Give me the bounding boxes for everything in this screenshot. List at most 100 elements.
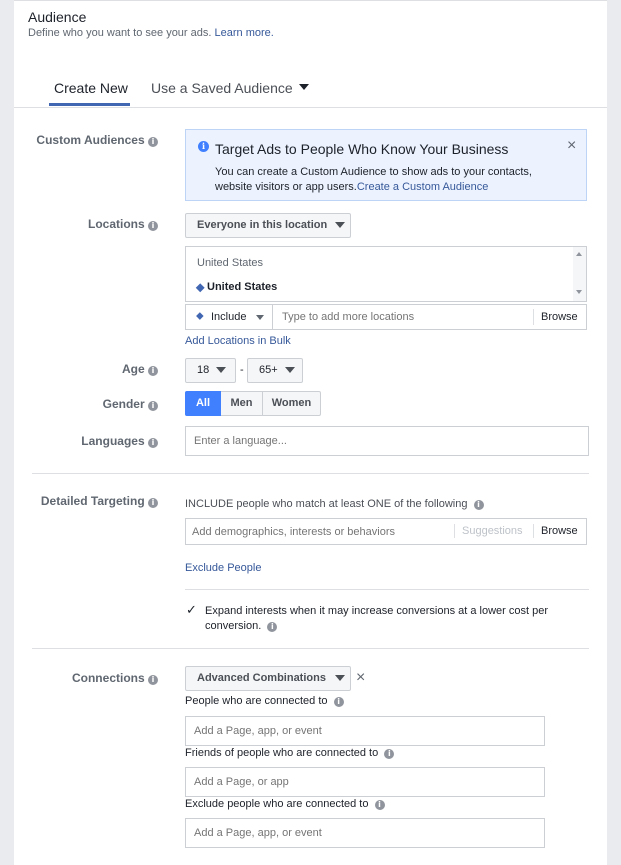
custom-audiences-label-text: Custom Audiences	[36, 133, 145, 147]
add-locations-bulk-link[interactable]: Add Locations in Bulk	[185, 335, 291, 347]
languages-label: Languages i	[8, 434, 158, 448]
tab-saved-label: Use a Saved Audience	[151, 80, 293, 96]
location-pin-icon: ⬥	[196, 310, 204, 322]
info-icon[interactable]: i	[148, 366, 158, 376]
connected-to-label: People who are connected to i	[185, 695, 344, 707]
learn-more-link[interactable]: Learn more.	[215, 27, 274, 39]
close-icon[interactable]: ×	[567, 138, 576, 154]
connected-to-input[interactable]	[185, 716, 545, 746]
friends-connected-input[interactable]	[185, 767, 545, 797]
detailed-targeting-label-text: Detailed Targeting	[40, 494, 145, 508]
location-search-input[interactable]	[276, 307, 538, 327]
age-min-value: 18	[197, 364, 210, 376]
caret-down-icon	[256, 315, 264, 320]
selected-locations-list[interactable]: United States ⬥ United States	[185, 246, 587, 302]
suggestions-separator	[454, 524, 455, 538]
locations-label-text: Locations	[87, 217, 145, 231]
info-icon[interactable]: i	[148, 438, 158, 448]
caret-down-icon	[298, 84, 309, 91]
location-pin-icon: ⬥	[196, 280, 205, 294]
connections-type-dropdown[interactable]: Advanced Combinations	[185, 666, 351, 691]
caret-down-icon	[216, 367, 227, 374]
browse-separator	[533, 524, 534, 538]
gender-label-text: Gender	[102, 397, 145, 411]
info-icon[interactable]: i	[267, 622, 278, 632]
caret-down-icon	[335, 222, 346, 229]
detailed-targeting-label: Detailed Targeting i	[8, 494, 158, 508]
info-icon[interactable]: i	[374, 800, 385, 810]
languages-label-text: Languages	[81, 434, 145, 448]
info-icon[interactable]: i	[148, 401, 158, 411]
exclude-connected-input[interactable]	[185, 818, 545, 848]
tab-create-new[interactable]: Create New	[54, 80, 128, 96]
info-icon: i	[198, 141, 209, 152]
notice-title: Target Ads to People Who Know Your Busin…	[215, 141, 509, 157]
exclude-connected-label-text: Exclude people who are connected to	[185, 798, 369, 810]
age-label-text: Age	[121, 362, 145, 376]
custom-audiences-label: Custom Audiences i	[8, 133, 158, 147]
include-criteria-text: INCLUDE people who match at least ONE of…	[185, 498, 484, 510]
gender-option-women[interactable]: Women	[263, 392, 320, 415]
info-icon[interactable]: i	[473, 500, 484, 510]
friends-connected-label: Friends of people who are connected to i	[185, 747, 395, 759]
expand-interests-text: Expand interests when it may increase co…	[205, 604, 565, 634]
custom-audience-notice: i Target Ads to People Who Know Your Bus…	[185, 129, 587, 201]
info-icon[interactable]: i	[384, 749, 395, 759]
create-custom-audience-link[interactable]: Create a Custom Audience	[357, 181, 488, 193]
browse-separator	[533, 309, 534, 325]
age-label: Age i	[8, 362, 158, 376]
info-icon[interactable]: i	[333, 697, 344, 707]
selected-location: ⬥ United States	[196, 280, 278, 294]
close-icon[interactable]: ×	[356, 670, 365, 686]
notice-body: You can create a Custom Audience to show…	[215, 165, 555, 195]
connections-label: Connections i	[8, 671, 158, 685]
age-max-value: 65+	[259, 364, 278, 376]
connected-to-label-text: People who are connected to	[185, 695, 328, 707]
connections-label-text: Connections	[71, 671, 145, 685]
language-input[interactable]	[185, 426, 589, 456]
location-browse-button[interactable]: Browse	[541, 311, 578, 323]
targeting-search-input[interactable]	[186, 521, 458, 542]
scroll-down-arrow-icon[interactable]	[576, 290, 582, 294]
gender-segmented-control: All Men Women	[185, 391, 321, 416]
age-min-dropdown[interactable]: 18	[185, 358, 236, 383]
include-criteria-label: INCLUDE people who match at least ONE of…	[185, 498, 468, 510]
age-separator: -	[240, 364, 244, 376]
location-group-header: United States	[197, 257, 264, 269]
exclude-connected-label: Exclude people who are connected to i	[185, 798, 385, 810]
locations-label: Locations i	[8, 217, 158, 231]
section-title: Audience	[28, 9, 87, 25]
friends-connected-label-text: Friends of people who are connected to	[185, 747, 379, 759]
caret-down-icon	[335, 675, 346, 682]
info-icon[interactable]: i	[148, 498, 158, 508]
checkmark-icon: ✓	[186, 602, 197, 617]
expand-interests-label: Expand interests when it may increase co…	[205, 605, 548, 632]
gender-label: Gender i	[8, 397, 158, 411]
targeting-inner-divider	[185, 589, 589, 590]
selected-location-name: United States	[207, 281, 278, 293]
gender-option-men[interactable]: Men	[221, 392, 263, 415]
suggestions-button[interactable]: Suggestions	[462, 525, 523, 537]
scrollbar[interactable]	[573, 247, 586, 301]
scroll-up-arrow-icon[interactable]	[576, 252, 582, 256]
info-icon[interactable]: i	[148, 137, 158, 147]
caret-down-icon	[284, 367, 295, 374]
include-value: Include	[211, 311, 247, 323]
tab-use-saved-audience[interactable]: Use a Saved Audience	[151, 80, 309, 96]
connections-type-value: Advanced Combinations	[197, 672, 326, 684]
location-search-bar: ⬥ Include Browse	[185, 304, 587, 330]
exclude-people-link[interactable]: Exclude People	[185, 562, 261, 574]
include-dropdown[interactable]: ⬥ Include	[186, 305, 273, 329]
targeting-search-bar: Suggestions Browse	[185, 518, 587, 545]
section-divider	[32, 473, 589, 474]
info-icon[interactable]: i	[148, 221, 158, 231]
section-subtitle: Define who you want to see your ads. Lea…	[28, 27, 274, 39]
expand-interests-checkbox[interactable]: ✓	[185, 602, 198, 617]
info-icon[interactable]: i	[148, 675, 158, 685]
age-max-dropdown[interactable]: 65+	[247, 358, 303, 383]
active-tab-indicator	[49, 103, 130, 106]
targeting-browse-button[interactable]: Browse	[541, 525, 578, 537]
location-type-dropdown[interactable]: Everyone in this location	[185, 213, 351, 238]
gender-option-all[interactable]: All	[185, 391, 221, 416]
subtitle-text: Define who you want to see your ads.	[28, 27, 212, 39]
